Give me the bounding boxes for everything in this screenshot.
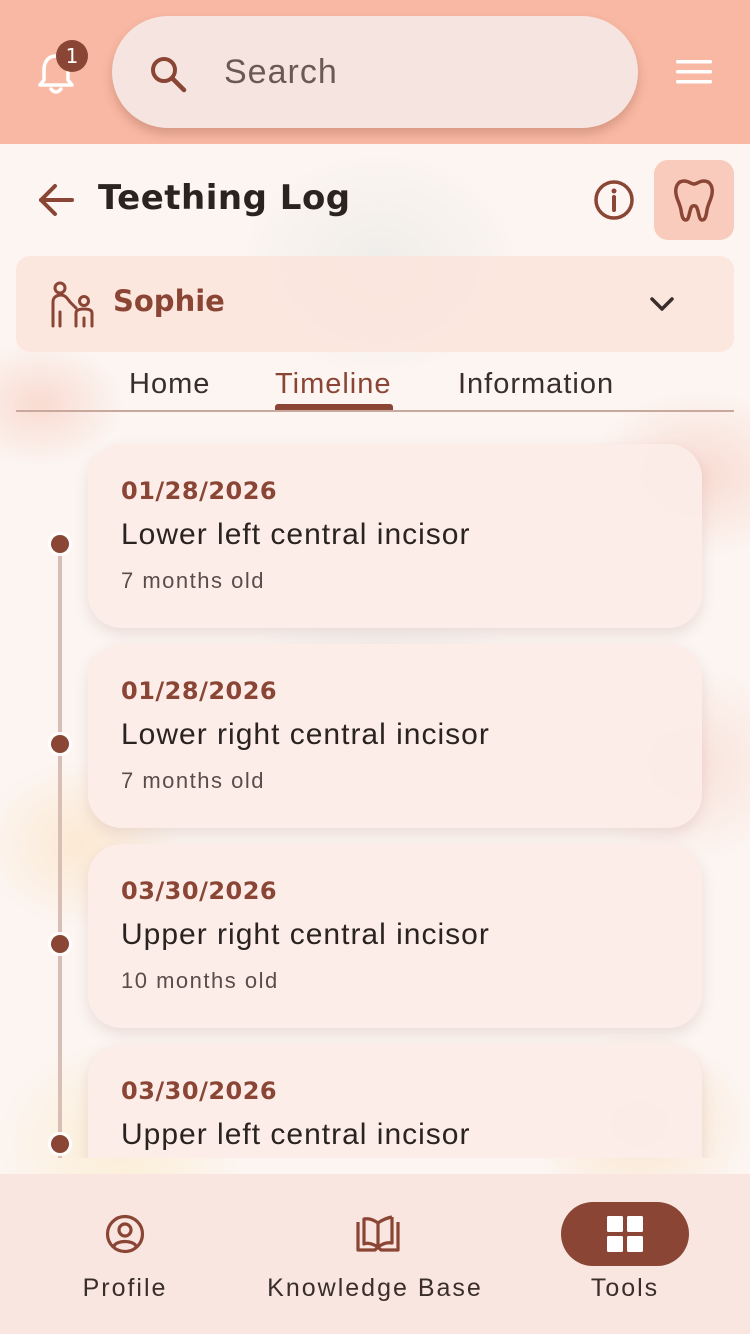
- tooth-name: Upper left central incisor: [121, 1118, 471, 1151]
- eruption-date: 01/28/2026: [121, 677, 278, 705]
- nav-label: Profile: [82, 1274, 168, 1302]
- tooth-name: Lower right central incisor: [121, 718, 490, 751]
- tooth-icon: [674, 179, 714, 222]
- nav-label: Tools: [590, 1274, 660, 1302]
- eruption-date: 03/30/2026: [121, 877, 278, 905]
- child-age: 10 months old: [121, 968, 279, 993]
- tooth-button[interactable]: [654, 160, 734, 240]
- child-age: 7 months old: [121, 568, 265, 593]
- timeline-dot: [51, 1135, 69, 1153]
- active-tab-indicator: [275, 404, 393, 410]
- timeline-card[interactable]: 01/28/2026 Lower left central incisor 7 …: [88, 444, 702, 628]
- page-title: Teething Log: [98, 178, 351, 218]
- nav-icon-container: [311, 1202, 439, 1266]
- nav-icon-container: [561, 1202, 689, 1266]
- tab-information[interactable]: Information: [458, 368, 614, 401]
- eruption-date: 01/28/2026: [121, 477, 278, 505]
- info-icon[interactable]: [592, 178, 636, 222]
- nav-label: Knowledge Base: [267, 1274, 483, 1302]
- tooth-name: Upper right central incisor: [121, 918, 490, 951]
- notification-badge: 1: [56, 40, 88, 72]
- search-icon: [151, 57, 187, 93]
- tab-timeline[interactable]: Timeline: [275, 368, 392, 401]
- tooth-name: Lower left central incisor: [121, 518, 471, 551]
- timeline-card[interactable]: 01/28/2026 Lower right central incisor 7…: [88, 644, 702, 828]
- timeline-dot: [51, 935, 69, 953]
- nav-profile[interactable]: Profile: [0, 1174, 250, 1334]
- timeline-card[interactable]: 03/30/2026 Upper left central incisor: [88, 1044, 702, 1158]
- timeline-card[interactable]: 03/30/2026 Upper right central incisor 1…: [88, 844, 702, 1028]
- hamburger-menu-icon[interactable]: [674, 58, 714, 86]
- search-bar[interactable]: [112, 16, 638, 128]
- top-bar: 1: [0, 0, 750, 144]
- nav-icon-container: [61, 1202, 189, 1266]
- user-circle-icon: [105, 1214, 145, 1254]
- child-name: Sophie: [113, 284, 225, 318]
- timeline-line: [58, 544, 62, 1158]
- timeline: 01/28/2026 Lower left central incisor 7 …: [0, 412, 750, 1158]
- tab-home[interactable]: Home: [129, 368, 210, 401]
- nav-knowledge-base[interactable]: Knowledge Base: [250, 1174, 500, 1334]
- child-selector[interactable]: Sophie: [16, 256, 734, 352]
- timeline-dot: [51, 535, 69, 553]
- nav-tools[interactable]: Tools: [500, 1174, 750, 1334]
- search-input[interactable]: [224, 44, 604, 100]
- tab-bar: Home Timeline Information: [16, 352, 734, 412]
- eruption-date: 03/30/2026: [121, 1077, 278, 1105]
- book-open-icon: [356, 1215, 400, 1252]
- parent-child-icon: [51, 281, 94, 328]
- bottom-navigation: Profile Knowledge Base Tools: [0, 1174, 750, 1334]
- arrow-left-icon[interactable]: [36, 182, 76, 218]
- grid-icon: [607, 1216, 643, 1252]
- child-age: 7 months old: [121, 768, 265, 793]
- timeline-dot: [51, 735, 69, 753]
- chevron-down-icon: [650, 297, 674, 311]
